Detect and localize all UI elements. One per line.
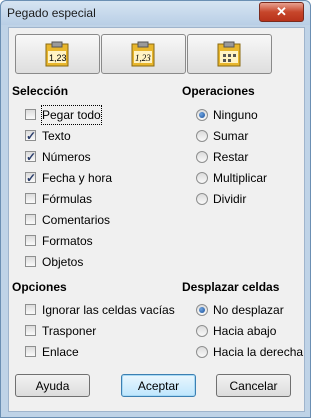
seleccion-heading: Selección	[12, 84, 69, 98]
checkbox-label: Fórmulas	[42, 192, 93, 206]
checkbox-label: Enlace	[42, 345, 79, 359]
checkbox-label: Formatos	[42, 234, 93, 248]
checkbox-box[interactable]	[25, 148, 36, 166]
checkbox-box[interactable]	[25, 193, 36, 204]
checkbox-box[interactable]	[25, 109, 36, 120]
checkbox-box[interactable]	[25, 346, 36, 357]
checkbox-label: Números	[42, 150, 91, 164]
checkbox-box[interactable]	[25, 325, 36, 336]
radio-label: Hacia abajo	[213, 324, 277, 338]
preset-values-formats-button[interactable]: 1,23	[101, 34, 186, 74]
radio-label: Sumar	[213, 129, 249, 143]
checkbox-box[interactable]	[25, 127, 36, 145]
radio-button[interactable]	[196, 346, 208, 358]
dialog-content: 1,23 1,23 Selección Pegar todo ✓ Texto ✓…	[8, 27, 305, 412]
ok-button[interactable]: Aceptar	[121, 374, 196, 397]
preset-1-text: 1,23	[49, 53, 67, 63]
radio-button[interactable]	[196, 109, 208, 121]
checkbox-label: Trasponer	[42, 324, 97, 338]
desplazar-heading: Desplazar celdas	[182, 280, 280, 294]
radio-button[interactable]	[196, 130, 208, 142]
close-button[interactable]: ✕	[259, 2, 304, 22]
clipboard-values-icon: 1,23	[45, 41, 69, 67]
preset-values-only-button[interactable]: 1,23	[15, 34, 100, 74]
preset-formats-only-button[interactable]	[187, 34, 272, 74]
operaciones-heading: Operaciones	[182, 84, 255, 98]
checkbox-label: Pegar todo	[41, 105, 102, 125]
checkbox-box[interactable]	[25, 256, 36, 267]
help-button[interactable]: Ayuda	[15, 374, 90, 397]
checkbox-box[interactable]	[25, 169, 36, 187]
title-bar[interactable]: Pegado especial ✕	[1, 1, 310, 25]
checkbox-label: Fecha y hora	[42, 171, 113, 185]
radio-button[interactable]	[196, 151, 208, 163]
checkbox-box[interactable]	[25, 214, 36, 225]
radio-label: Restar	[213, 150, 249, 164]
radio-button[interactable]	[196, 325, 208, 337]
clipboard-formatted-values-icon: 1,23	[131, 41, 155, 67]
radio-button[interactable]	[196, 193, 208, 205]
radio-button[interactable]	[196, 304, 208, 316]
checkbox-box[interactable]	[25, 235, 36, 246]
clipboard-formats-icon	[217, 41, 241, 67]
radio-label: Dividir	[213, 192, 247, 206]
cancel-button[interactable]: Cancelar	[216, 374, 291, 397]
preset-2-text: 1,23	[135, 53, 151, 63]
radio-label: Multiplicar	[213, 171, 268, 185]
radio-label: No desplazar	[213, 303, 284, 317]
checkbox-box[interactable]	[25, 304, 36, 315]
radio-label: Hacia la derecha	[213, 345, 304, 359]
checkbox-label: Comentarios	[42, 213, 111, 227]
checkbox-label: Objetos	[42, 255, 84, 269]
paste-special-dialog: Pegado especial ✕ 1,23 1,23 Selección Pe…	[0, 0, 311, 418]
dialog-title: Pegado especial	[7, 6, 96, 20]
checkbox-label: Texto	[42, 129, 71, 143]
checkbox-label: Ignorar las celdas vacías	[42, 303, 175, 317]
radio-label: Ninguno	[213, 108, 258, 122]
radio-button[interactable]	[196, 172, 208, 184]
opciones-heading: Opciones	[12, 280, 67, 294]
